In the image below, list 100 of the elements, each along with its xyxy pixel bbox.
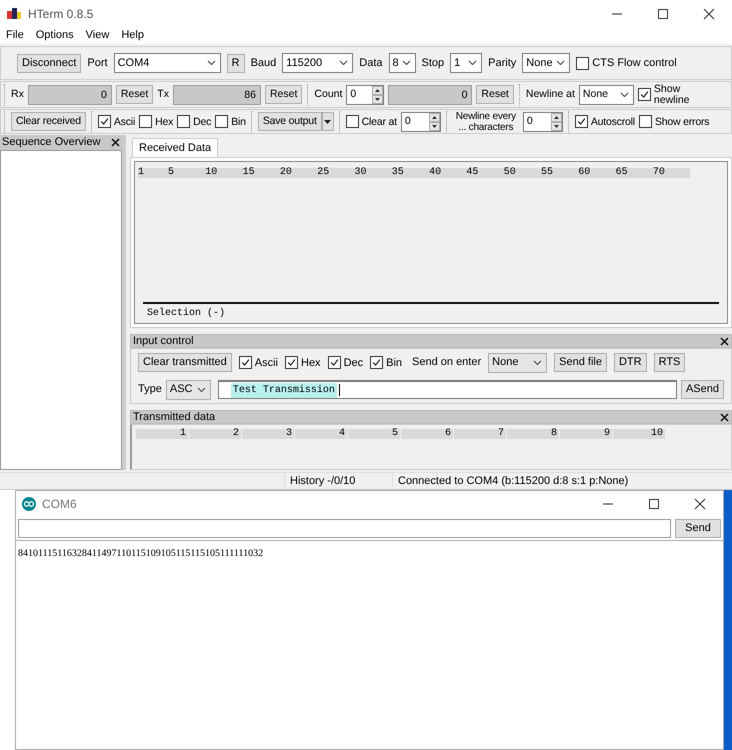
menu-item[interactable]: Options — [36, 27, 74, 44]
label: Parity — [488, 56, 516, 71]
dropdown[interactable]: None — [578, 84, 634, 104]
spin-box[interactable]: 0 — [346, 84, 384, 104]
button[interactable]: DTR — [614, 353, 647, 372]
checkbox[interactable] — [139, 115, 152, 128]
ruler-number: 4 — [295, 429, 347, 439]
output-text: 84101115116328411497110115109105115115105111111032 — [18, 548, 264, 559]
label: Stop — [422, 56, 444, 71]
panel-title: Sequence Overview — [2, 135, 100, 150]
ruler-number: 65 — [616, 168, 628, 178]
checkbox[interactable] — [98, 115, 111, 128]
ruler-number: 5 — [168, 168, 174, 178]
checkbox-label: Show newline — [654, 84, 690, 106]
caret-icon — [620, 92, 629, 98]
checkbox[interactable] — [638, 88, 651, 101]
checkbox-label: Bin — [386, 356, 402, 368]
button[interactable]: Clear received — [11, 112, 86, 131]
ruler-number: 20 — [280, 168, 292, 178]
spin-arrows-icon — [428, 112, 440, 130]
checkbox[interactable] — [346, 115, 359, 128]
ruler-number: 15 — [242, 168, 255, 178]
spin-box[interactable]: 0 — [522, 112, 563, 132]
checkbox-label: Ascii — [254, 356, 278, 368]
label: Newline at — [526, 86, 575, 102]
close-icon[interactable] — [111, 138, 120, 147]
label: Newline every ... characters — [454, 110, 517, 132]
ruler-number: 40 — [429, 168, 442, 178]
button[interactable]: Reset — [476, 85, 514, 104]
dropdown[interactable]: 115200 — [282, 53, 354, 73]
label: Baud — [250, 56, 276, 71]
button[interactable]: Reset — [116, 85, 154, 104]
caret-icon — [206, 60, 216, 66]
button[interactable]: ASend — [680, 380, 724, 399]
button[interactable]: Send file — [554, 353, 607, 372]
input-field[interactable] — [18, 518, 671, 538]
checkbox[interactable] — [285, 356, 298, 369]
dropdown-button[interactable] — [322, 112, 334, 131]
dropdown[interactable]: None — [522, 53, 570, 73]
ruler-number: 30 — [354, 168, 367, 178]
counter-field: 0 — [28, 84, 112, 104]
button[interactable]: Clear transmitted — [138, 353, 232, 372]
dropdown[interactable]: COM4 — [114, 53, 221, 73]
tab[interactable]: Received Data — [132, 138, 218, 157]
app-icon — [22, 496, 36, 510]
input-field[interactable]: Test Transmission — [218, 380, 677, 399]
checkbox[interactable] — [638, 115, 652, 128]
ruler-number: 25 — [317, 168, 330, 178]
close-icon[interactable] — [720, 336, 729, 346]
label: Port — [87, 56, 108, 71]
label: Data — [359, 56, 383, 71]
label: Count — [314, 86, 342, 102]
label: Tx — [157, 86, 169, 102]
send-button[interactable]: Send — [675, 518, 721, 538]
caret-icon — [533, 360, 542, 366]
checkbox-label: Dec — [193, 116, 212, 128]
app-icon — [6, 7, 22, 20]
label: Rx — [11, 86, 24, 102]
caret-icon — [468, 60, 478, 66]
ruler-number: 70 — [652, 168, 665, 178]
status-text: Connected to COM4 (b:115200 d:8 s:1 p:None) — [392, 472, 628, 490]
counter-field: 0 — [388, 84, 472, 104]
button[interactable]: Reset — [264, 85, 302, 104]
checkbox[interactable] — [574, 115, 588, 128]
dropdown[interactable]: 1 — [450, 53, 482, 73]
caret-icon — [402, 60, 411, 66]
caret-icon — [324, 120, 332, 124]
ruler-number: 2 — [189, 429, 241, 439]
checkbox[interactable] — [177, 115, 190, 128]
checkbox[interactable] — [238, 356, 252, 369]
checkbox[interactable] — [370, 356, 384, 369]
spin-box[interactable]: 0 — [400, 112, 441, 132]
ruler-number: 1 — [138, 168, 144, 178]
ruler-number: 3 — [242, 429, 294, 439]
checkbox-label: Dec — [344, 356, 364, 368]
checkbox[interactable] — [328, 356, 341, 369]
ruler-number: 7 — [454, 429, 506, 439]
caret-icon — [556, 60, 566, 66]
checkbox[interactable] — [215, 115, 228, 128]
checkbox-label: Hex — [155, 116, 174, 128]
close-icon[interactable] — [720, 412, 729, 422]
checkbox[interactable] — [576, 56, 590, 70]
dropdown[interactable]: None — [488, 352, 548, 372]
button[interactable]: Disconnect — [17, 54, 82, 72]
selection-info: Selection (-) — [147, 308, 226, 319]
button[interactable]: RTS — [654, 353, 686, 372]
button[interactable]: R — [226, 54, 245, 72]
checkbox-label: Show errors — [654, 116, 710, 128]
menu-item[interactable]: View — [86, 27, 110, 44]
checkbox-label: Ascii — [114, 116, 136, 128]
label: Type — [138, 382, 162, 398]
menu-item[interactable]: Help — [121, 27, 144, 44]
dropdown[interactable]: ASC — [166, 380, 211, 400]
button[interactable]: Save output — [258, 112, 322, 131]
label: Send on enter — [412, 355, 482, 370]
ruler-number: 5 — [348, 429, 400, 439]
dropdown[interactable]: 8 — [388, 53, 416, 73]
checkbox-label: Clear at — [362, 116, 397, 128]
menu-item[interactable]: File — [6, 27, 24, 44]
ruler-number: 35 — [392, 168, 404, 178]
